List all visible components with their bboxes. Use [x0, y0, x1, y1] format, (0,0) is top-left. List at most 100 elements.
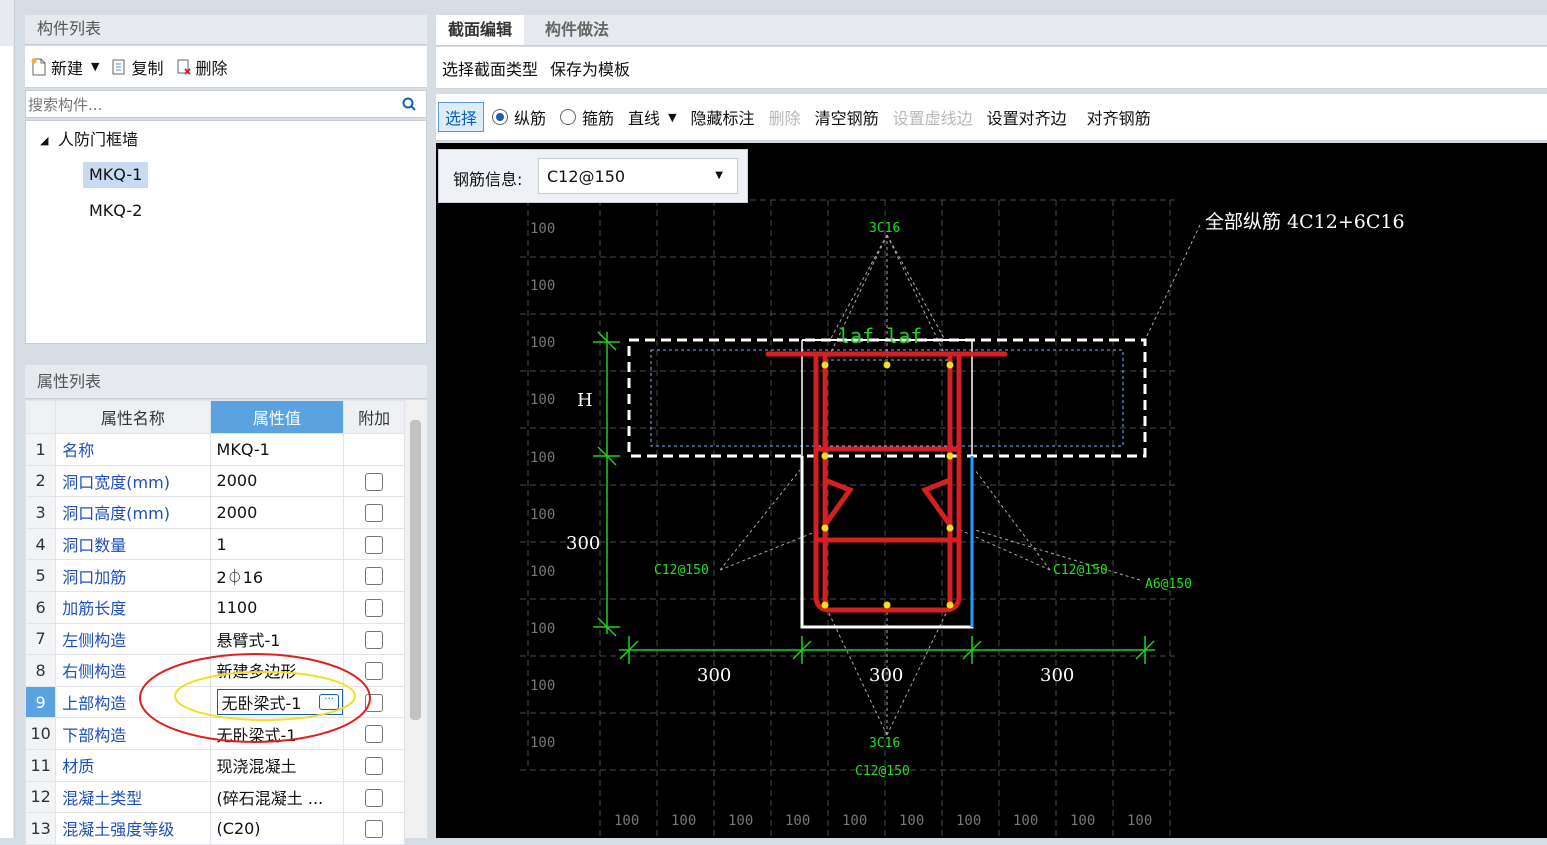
- section-drawing[interactable]: 100 100 100 100 100 100 100 100 100 100 …: [436, 143, 1547, 838]
- prop-value-header[interactable]: 属性值: [209, 400, 345, 434]
- new-button[interactable]: 新建 ▼: [25, 53, 105, 81]
- all-long-bars-label: 全部纵筋 4C12+6C16: [1205, 211, 1405, 233]
- line-dropdown[interactable]: 直线 ▼: [622, 103, 682, 131]
- rebar-lines: [765, 351, 1008, 613]
- align-rebar-button[interactable]: 对齐钢筋: [1081, 103, 1157, 131]
- save-as-template-button[interactable]: 保存为模板: [544, 54, 636, 82]
- stirrup-radio[interactable]: 箍筋: [554, 103, 620, 131]
- select-tool-button[interactable]: 选择: [438, 102, 485, 132]
- editor-tabs: 截面编辑 构件做法: [436, 15, 1547, 46]
- section-canvas[interactable]: 100 100 100 100 100 100 100 100 100 100 …: [436, 143, 1547, 838]
- delete-tool-button[interactable]: 删除: [763, 103, 807, 131]
- component-search-box[interactable]: 搜索构件...: [25, 90, 427, 118]
- editor-toolbar-2: 选择 纵筋 箍筋 直线 ▼ 隐藏标注 删除 清空钢筋 设置虚线边 设置对齐边 对齐…: [436, 94, 1547, 141]
- table-row[interactable]: 3 洞口高度(mm) 2000: [24, 496, 405, 529]
- grid-label: 100: [785, 813, 810, 829]
- grid-label: 100: [842, 813, 867, 829]
- prop-extra-header[interactable]: 附加: [343, 400, 405, 434]
- property-scrollbar-thumb[interactable]: [410, 420, 421, 720]
- table-row[interactable]: 6 加筋长度 1100: [24, 590, 405, 624]
- table-row[interactable]: 5 洞口加筋 2⏀16: [24, 559, 405, 592]
- tree-item-mkq-2[interactable]: MKQ-2: [89, 198, 142, 224]
- grid-label: 100: [1127, 813, 1152, 829]
- extra-checkbox[interactable]: [365, 535, 384, 554]
- prop-value[interactable]: 1: [209, 527, 345, 561]
- yellow-annotation-ellipse: [174, 671, 356, 721]
- long-bar-label: 纵筋: [514, 109, 547, 128]
- select-section-type-button[interactable]: 选择截面类型: [436, 54, 544, 82]
- search-input[interactable]: 搜索构件...: [28, 94, 102, 115]
- prop-name: 洞口加筋: [55, 559, 211, 592]
- prop-value[interactable]: 2⏀16: [209, 559, 345, 592]
- grid-label: 100: [956, 813, 981, 829]
- prop-value[interactable]: 2000: [209, 464, 345, 498]
- table-row[interactable]: 11 材质 现浇混凝土: [24, 748, 405, 782]
- table-row[interactable]: 13 混凝土强度等级 (C20): [24, 812, 405, 845]
- chevron-down-icon: ▼: [715, 170, 723, 181]
- table-row[interactable]: 2 洞口宽度(mm) 2000: [24, 464, 405, 498]
- extra-checkbox[interactable]: [365, 630, 384, 649]
- hide-marks-button[interactable]: 隐藏标注: [685, 103, 761, 131]
- long-bar-radio[interactable]: 纵筋: [486, 103, 552, 131]
- horizontal-dim-label-2: 300: [869, 665, 903, 686]
- component-tree: ◢ 人防门框墙 MKQ-1 MKQ-2: [25, 120, 427, 344]
- tree-item-mkq-1[interactable]: MKQ-1: [83, 162, 149, 188]
- extra-checkbox[interactable]: [365, 599, 384, 618]
- row-number: 3: [24, 496, 57, 529]
- prop-name: 名称: [55, 433, 211, 466]
- horizontal-dim-label-3: 300: [1040, 665, 1074, 686]
- chevron-down-icon[interactable]: ▼: [91, 60, 99, 73]
- prop-name: 混凝土强度等级: [55, 812, 211, 845]
- prop-name-header[interactable]: 属性名称: [55, 400, 211, 434]
- row-number: 10: [24, 717, 57, 750]
- tree-group-label[interactable]: 人防门框墙: [58, 127, 138, 153]
- table-row[interactable]: 1 名称 MKQ-1: [24, 433, 405, 466]
- new-label: 新建: [51, 58, 84, 78]
- tab-component-method[interactable]: 构件做法: [533, 15, 621, 45]
- extra-checkbox[interactable]: [365, 788, 384, 807]
- grid-label: 100: [1070, 813, 1095, 829]
- copy-label: 复制: [131, 58, 164, 78]
- extra-checkbox[interactable]: [365, 820, 384, 839]
- extra-checkbox[interactable]: [365, 472, 384, 491]
- rebar-info-select[interactable]: C12@150 ▼: [538, 158, 738, 194]
- tab-section-edit[interactable]: 截面编辑: [436, 15, 525, 45]
- h-label: H: [577, 390, 593, 411]
- editor-toolbar-1: 选择截面类型 保存为模板: [436, 47, 1547, 89]
- left-edge-content: [0, 46, 13, 838]
- set-align-edge-button[interactable]: 设置对齐边: [981, 103, 1073, 131]
- table-row[interactable]: 4 洞口数量 1: [24, 527, 405, 561]
- prop-value[interactable]: 1100: [209, 590, 345, 624]
- row-number-header: [24, 400, 57, 434]
- search-icon[interactable]: [402, 97, 416, 111]
- grid-label: 100: [899, 813, 924, 829]
- extra-checkbox[interactable]: [365, 567, 384, 586]
- clear-rebar-button[interactable]: 清空钢筋: [809, 103, 885, 131]
- rebar-info-value: C12@150: [547, 167, 626, 186]
- grid-label: 100: [530, 621, 555, 637]
- bottom-bars-label: 3C16: [869, 736, 900, 751]
- component-toolbar: 新建 ▼ 复制 删除: [25, 46, 427, 88]
- prop-value[interactable]: 2000: [209, 496, 345, 529]
- prop-value[interactable]: (碎石混凝土 ...: [209, 780, 345, 814]
- annotation-overlay: [139, 653, 371, 743]
- grid-label: 100: [530, 678, 555, 694]
- property-table: 属性名称 属性值 附加 1 名称 MKQ-1 2 洞口宽度(mm) 2000 3 洞口高度…: [24, 400, 405, 845]
- row-number: 7: [24, 622, 57, 656]
- set-dashed-edge-button[interactable]: 设置虚线边: [887, 103, 979, 131]
- copy-button[interactable]: 复制: [105, 53, 169, 81]
- prop-value[interactable]: (C20): [209, 812, 345, 845]
- prop-value[interactable]: 现浇混凝土: [209, 748, 345, 782]
- prop-name: 洞口数量: [55, 527, 211, 561]
- table-row[interactable]: 12 混凝土类型 (碎石混凝土 ...: [24, 780, 405, 814]
- extra-cell: [343, 433, 405, 466]
- prop-name: 洞口高度(mm): [55, 496, 211, 529]
- vertical-dim-label: 300: [566, 533, 600, 554]
- prop-name: 加筋长度: [55, 590, 211, 624]
- row-number: 13: [24, 812, 57, 845]
- extra-checkbox[interactable]: [365, 756, 384, 775]
- extra-checkbox[interactable]: [365, 504, 384, 523]
- delete-button[interactable]: 删除: [170, 53, 234, 81]
- prop-value[interactable]: MKQ-1: [209, 433, 345, 466]
- tree-expand-icon[interactable]: ◢: [40, 128, 48, 154]
